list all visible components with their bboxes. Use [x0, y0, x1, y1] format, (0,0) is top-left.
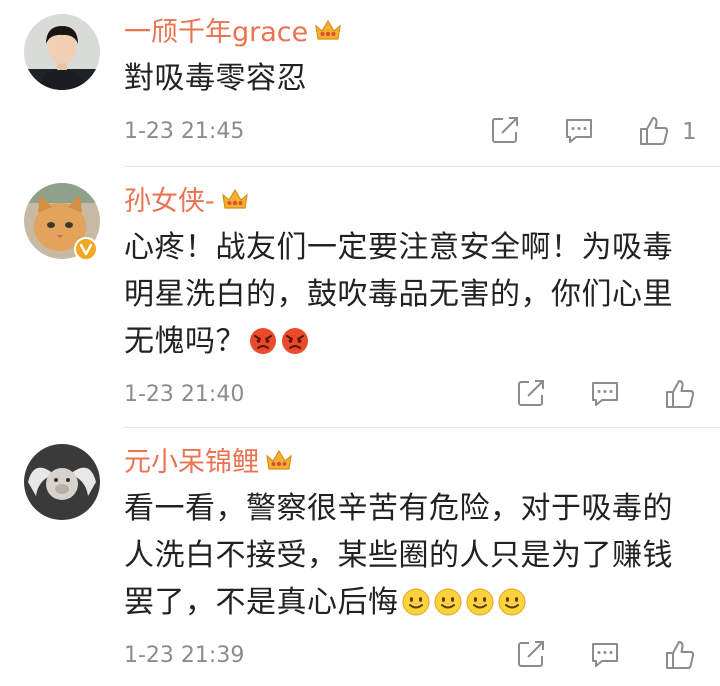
like-icon[interactable]	[638, 115, 670, 151]
crown-badge-icon	[265, 447, 293, 481]
comment-text-body: 對吸毒零容忍	[124, 61, 307, 96]
comment-text-body: 心疼！战友们一定要注意安全啊！为吸毒明星洗白的，鼓吹毒品无害的，你们心里无愧吗？	[124, 230, 673, 359]
comment-actions	[506, 639, 720, 679]
user-avatar-young-man-icon	[24, 14, 100, 90]
repost-icon[interactable]	[516, 639, 546, 673]
comment-actions: 1	[480, 115, 720, 155]
crown-badge-icon	[314, 17, 342, 51]
crown-badge-icon	[221, 186, 249, 220]
smile-emoji-icon	[497, 584, 527, 631]
comment-icon[interactable]	[590, 378, 620, 412]
repost-icon[interactable]	[490, 115, 520, 149]
user-avatar[interactable]	[24, 14, 100, 90]
smile-emoji-icon	[465, 584, 495, 631]
comment-icon[interactable]	[564, 115, 594, 149]
username[interactable]: 元小呆锦鲤	[124, 446, 293, 481]
like-icon[interactable]	[664, 378, 696, 414]
timestamp: 1-23 21:40	[124, 382, 245, 407]
username[interactable]: 孙女侠-	[124, 185, 249, 220]
comment-item: 孙女侠- 心疼！战友们一定要注意安全啊！为吸毒明星洗白的，鼓吹毒品无害的，你们心…	[0, 167, 720, 425]
repost-icon[interactable]	[516, 378, 546, 412]
comment-text: 看一看，警察很辛苦有危险，对于吸毒的人洗白不接受，某些圈的人只是为了赚钱罢了，不…	[124, 485, 696, 631]
comment-text-body: 看一看，警察很辛苦有危险，对于吸毒的人洗白不接受，某些圈的人只是为了赚钱罢了，不…	[124, 491, 673, 620]
comment-actions	[506, 378, 720, 418]
username-text[interactable]: 元小呆锦鲤	[124, 447, 259, 478]
verified-badge-icon	[74, 237, 98, 261]
user-avatar[interactable]	[24, 444, 100, 520]
like-count: 1	[682, 119, 697, 145]
comment-text: 對吸毒零容忍	[124, 55, 696, 102]
username-text[interactable]: 一颀千年grace	[124, 17, 308, 48]
comment-text: 心疼！战友们一定要注意安全啊！为吸毒明星洗白的，鼓吹毒品无害的，你们心里无愧吗？	[124, 224, 696, 370]
comment-icon[interactable]	[590, 639, 620, 673]
timestamp: 1-23 21:45	[124, 119, 245, 144]
username[interactable]: 一颀千年grace	[124, 16, 342, 51]
user-avatar-winged-pig-icon	[24, 444, 100, 520]
timestamp: 1-23 21:39	[124, 643, 245, 668]
angry-face-emoji-icon	[280, 323, 310, 370]
comment-item: 一颀千年grace 對吸毒零容忍 1-23 21:45 1	[0, 0, 720, 170]
like-icon[interactable]	[664, 639, 696, 675]
angry-face-emoji-icon	[248, 323, 278, 370]
username-text[interactable]: 孙女侠-	[124, 186, 215, 217]
smile-emoji-icon	[433, 584, 463, 631]
comment-item: 元小呆锦鲤 看一看，警察很辛苦有危险，对于吸毒的人洗白不接受，某些圈的人只是为了…	[0, 428, 720, 686]
smile-emoji-icon	[401, 584, 431, 631]
